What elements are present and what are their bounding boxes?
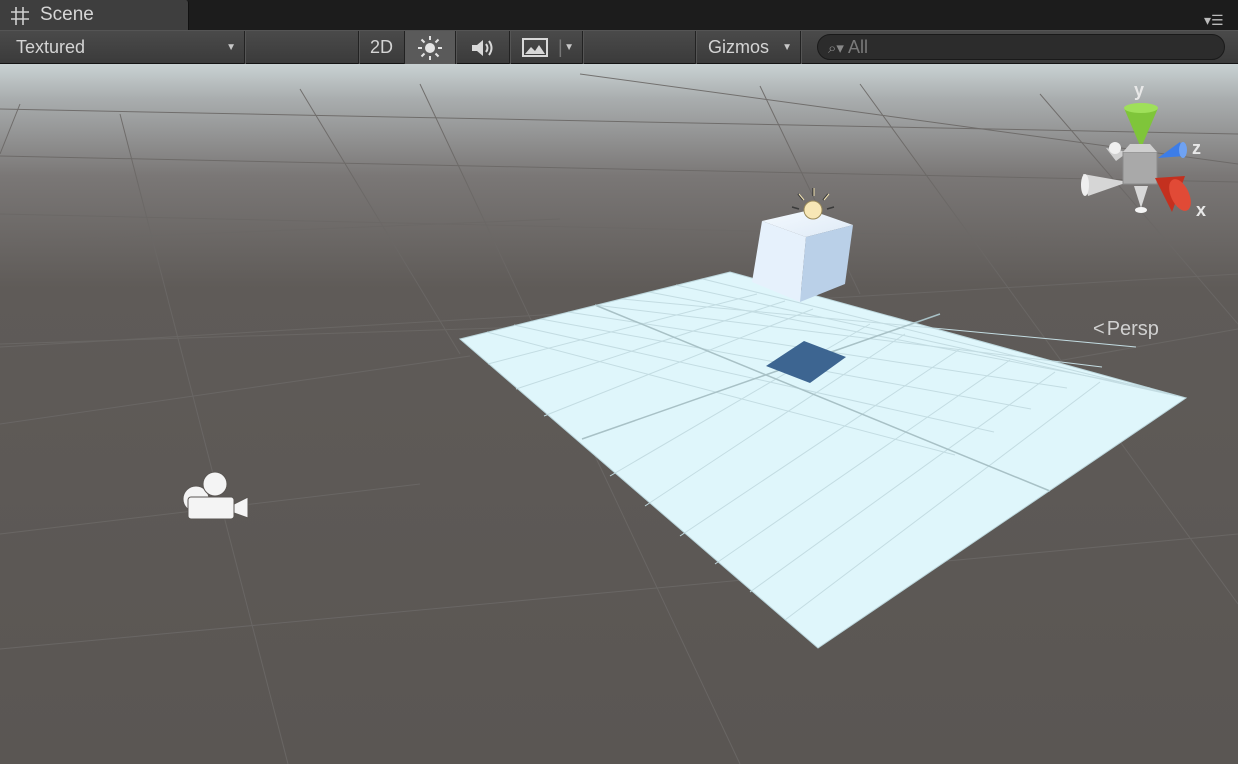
perspective-arrow-icon: < xyxy=(1093,318,1105,340)
toggle-lighting-button[interactable] xyxy=(405,31,456,64)
scene-canvas: y z x xyxy=(0,64,1238,764)
scene-toolbar: Textured ▼ 2D | ▼ Gizmos ▼ ⌕▾ All xyxy=(0,30,1238,64)
shading-mode-label: Textured xyxy=(16,37,86,57)
toolbar-spacer xyxy=(583,31,696,64)
scene-viewport[interactable]: y z x < Persp xyxy=(0,64,1238,764)
sun-icon xyxy=(418,36,442,60)
axis-label-x: x xyxy=(1196,200,1206,220)
panel-menu-icon[interactable]: ▾☰ xyxy=(1204,12,1234,28)
effects-dropdown[interactable]: | ▼ xyxy=(510,31,583,64)
search-input[interactable]: ⌕▾ All xyxy=(817,34,1225,60)
gizmos-label: Gizmos xyxy=(708,37,770,57)
grid-icon xyxy=(11,7,29,25)
speaker-icon xyxy=(471,40,492,56)
chevron-down-icon: ▼ xyxy=(564,42,574,53)
axis-label-y: y xyxy=(1134,80,1144,100)
chevron-down-icon: ▼ xyxy=(226,42,236,53)
gizmos-dropdown[interactable]: Gizmos ▼ xyxy=(696,31,801,64)
toggle-2d-button[interactable]: 2D xyxy=(359,31,405,64)
gizmo-center-cube[interactable] xyxy=(1122,151,1158,185)
chevron-down-icon: ▼ xyxy=(782,42,792,53)
shading-mode-dropdown[interactable]: Textured ▼ xyxy=(0,31,245,64)
toggle-audio-button[interactable] xyxy=(456,31,510,64)
search-placeholder: All xyxy=(847,37,868,57)
tab-bar: Scene ▾☰ xyxy=(0,0,1238,30)
projection-label: Persp xyxy=(1106,318,1159,340)
image-icon xyxy=(522,38,548,57)
toolbar-spacer xyxy=(245,31,359,64)
axis-label-z: z xyxy=(1192,138,1201,158)
search-icon: ⌕▾ xyxy=(828,40,844,57)
tab-scene[interactable]: Scene xyxy=(0,0,189,30)
projection-toggle[interactable]: < Persp xyxy=(1093,318,1159,341)
tab-title: Scene xyxy=(40,4,94,25)
